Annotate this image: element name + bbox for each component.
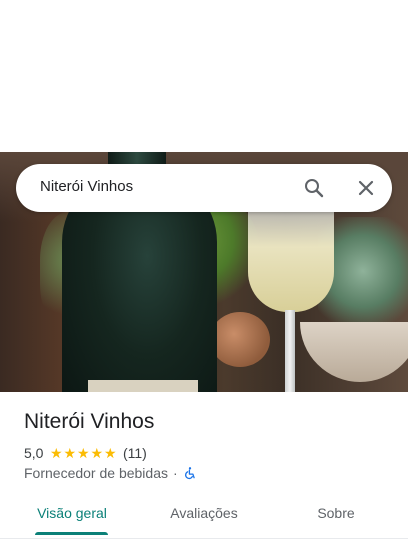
search-bar[interactable]: Niterói Vinhos xyxy=(16,164,392,212)
search-icon[interactable] xyxy=(302,176,326,200)
tab-overview[interactable]: Visão geral xyxy=(22,496,122,532)
wheelchair-icon xyxy=(183,466,197,480)
rating-stars: ★ ★ ★ ★ ★ xyxy=(49,446,117,460)
search-query[interactable]: Niterói Vinhos xyxy=(40,164,133,212)
star-icon: ★ xyxy=(103,445,117,461)
photo-bowl xyxy=(300,322,408,382)
star-icon: ★ xyxy=(76,445,90,461)
photo-bottle-label xyxy=(88,380,198,392)
close-icon[interactable] xyxy=(354,176,378,200)
rating-row[interactable]: 5,0 ★ ★ ★ ★ ★ (11) xyxy=(24,444,147,462)
place-tabs: Visão geral Avaliações Sobre xyxy=(0,496,408,536)
separator-dot: · xyxy=(173,465,178,481)
star-icon: ★ xyxy=(90,445,103,461)
star-icon: ★ xyxy=(49,445,63,461)
photo-pot xyxy=(210,312,270,367)
photo-glass xyxy=(248,212,334,312)
tabs-divider xyxy=(0,538,408,539)
tab-reviews[interactable]: Avaliações xyxy=(154,496,254,532)
photo-glass-stem xyxy=(285,310,295,392)
map-blank-area xyxy=(0,0,408,152)
place-title: Niterói Vinhos xyxy=(24,410,155,433)
rating-value: 5,0 xyxy=(24,445,44,461)
category-row: Fornecedor de bebidas · xyxy=(24,464,197,482)
active-tab-indicator xyxy=(35,532,108,535)
place-category: Fornecedor de bebidas xyxy=(24,465,168,481)
tab-about[interactable]: Sobre xyxy=(286,496,386,532)
review-count[interactable]: (11) xyxy=(123,445,147,461)
star-icon: ★ xyxy=(63,445,76,461)
